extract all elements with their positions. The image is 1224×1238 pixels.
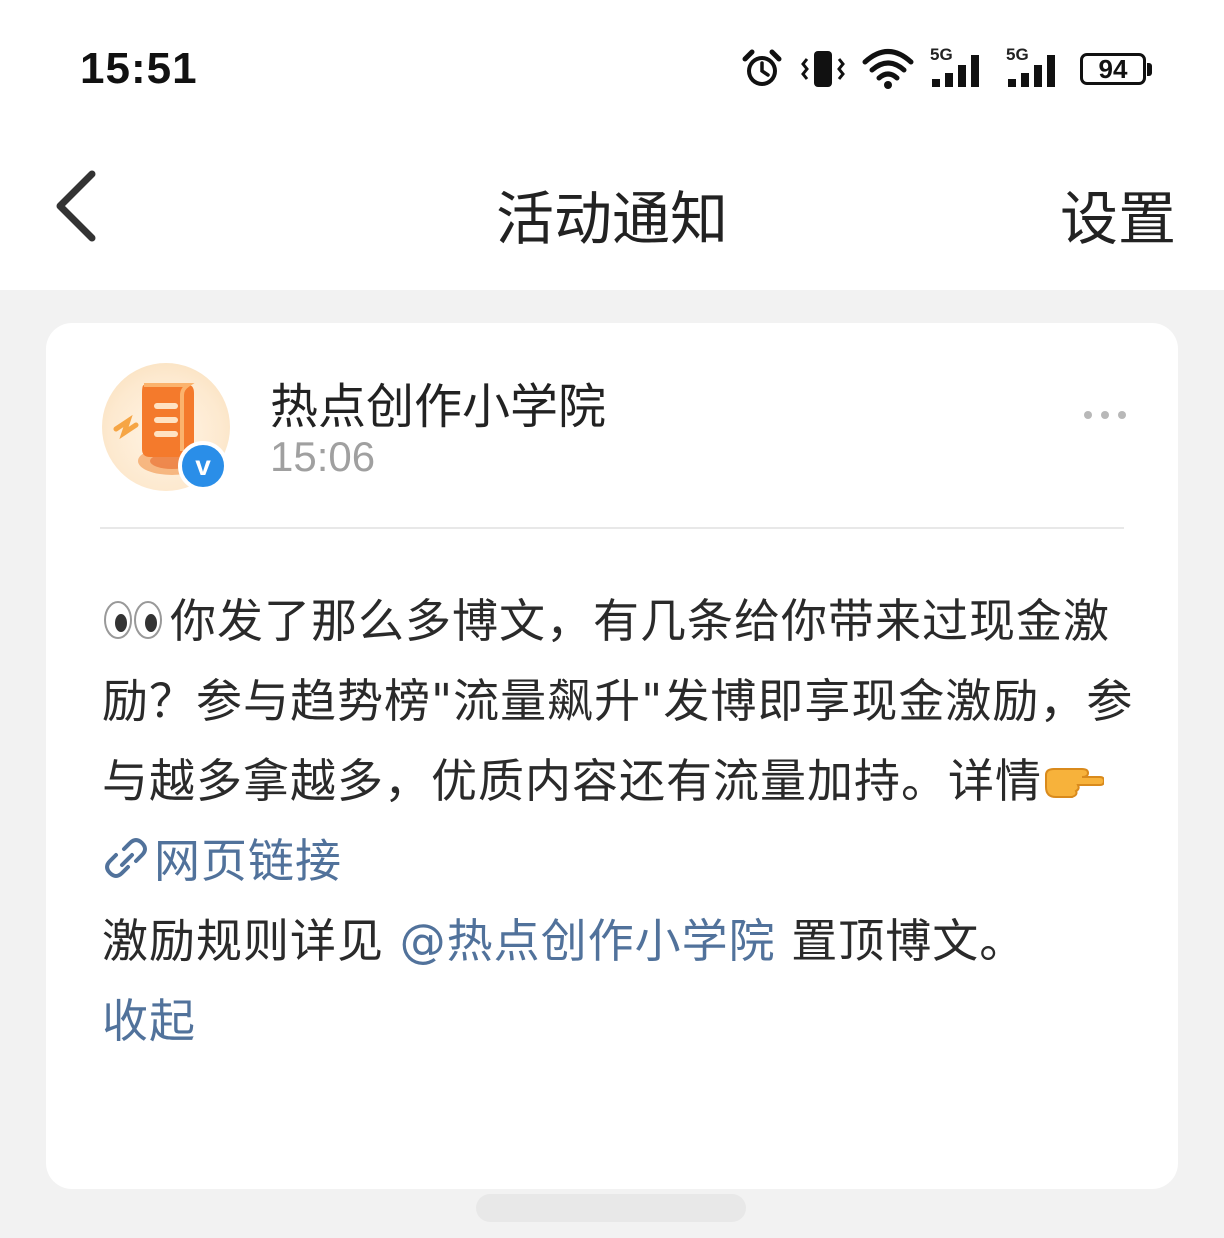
more-button[interactable]	[1084, 411, 1126, 419]
vibrate-icon	[801, 51, 845, 87]
battery-icon: 94	[1080, 53, 1152, 85]
pointing-hand-emoji-icon	[1045, 768, 1104, 798]
notification-card: v 热点创作小学院 15:06 你发了那么多博文，有几条给你带来过现金激励？参与…	[46, 323, 1178, 1189]
scroll-indicator	[476, 1194, 746, 1222]
wifi-icon	[862, 49, 914, 89]
rules-suffix: 置顶博文。	[775, 914, 1027, 968]
rules-prefix: 激励规则详见	[102, 914, 400, 968]
divider	[100, 527, 1124, 529]
mention-link[interactable]: @热点创作小学院	[400, 914, 776, 968]
status-icons: 5G 5G 94	[740, 45, 1152, 92]
signal-icon	[1008, 55, 1055, 87]
signal-icon	[932, 55, 979, 87]
author-name[interactable]: 热点创作小学院	[270, 367, 606, 437]
settings-button[interactable]: 设置	[1060, 172, 1176, 256]
signal-indicator-1: 5G	[928, 45, 990, 89]
status-bar: 15:51 5G 5G 94	[0, 0, 1224, 140]
signal-indicator-2: 5G	[1004, 45, 1066, 89]
ellipsis-icon	[1084, 411, 1092, 419]
web-link-label: 网页链接	[154, 834, 342, 888]
message-body: 你发了那么多博文，有几条给你带来过现金激励？参与趋势榜"流量飙升"发博即享现金激…	[102, 581, 1142, 1061]
post-time: 15:06	[270, 433, 376, 480]
eyes-emoji-icon	[104, 601, 162, 639]
collapse-button[interactable]: 收起	[102, 981, 196, 1061]
page-title: 活动通知	[495, 185, 728, 253]
battery-level: 94	[1098, 53, 1128, 84]
alarm-icon	[742, 49, 782, 86]
nav-bar: 活动通知 设置	[0, 140, 1224, 290]
web-link[interactable]: 网页链接	[102, 834, 342, 888]
verified-badge: v	[178, 441, 228, 491]
message-text: 你发了那么多博文，有几条给你带来过现金激励？参与趋势榜"流量飙升"发博即享现金激…	[102, 594, 1134, 808]
status-time: 15:51	[80, 44, 198, 93]
link-icon	[105, 838, 147, 878]
